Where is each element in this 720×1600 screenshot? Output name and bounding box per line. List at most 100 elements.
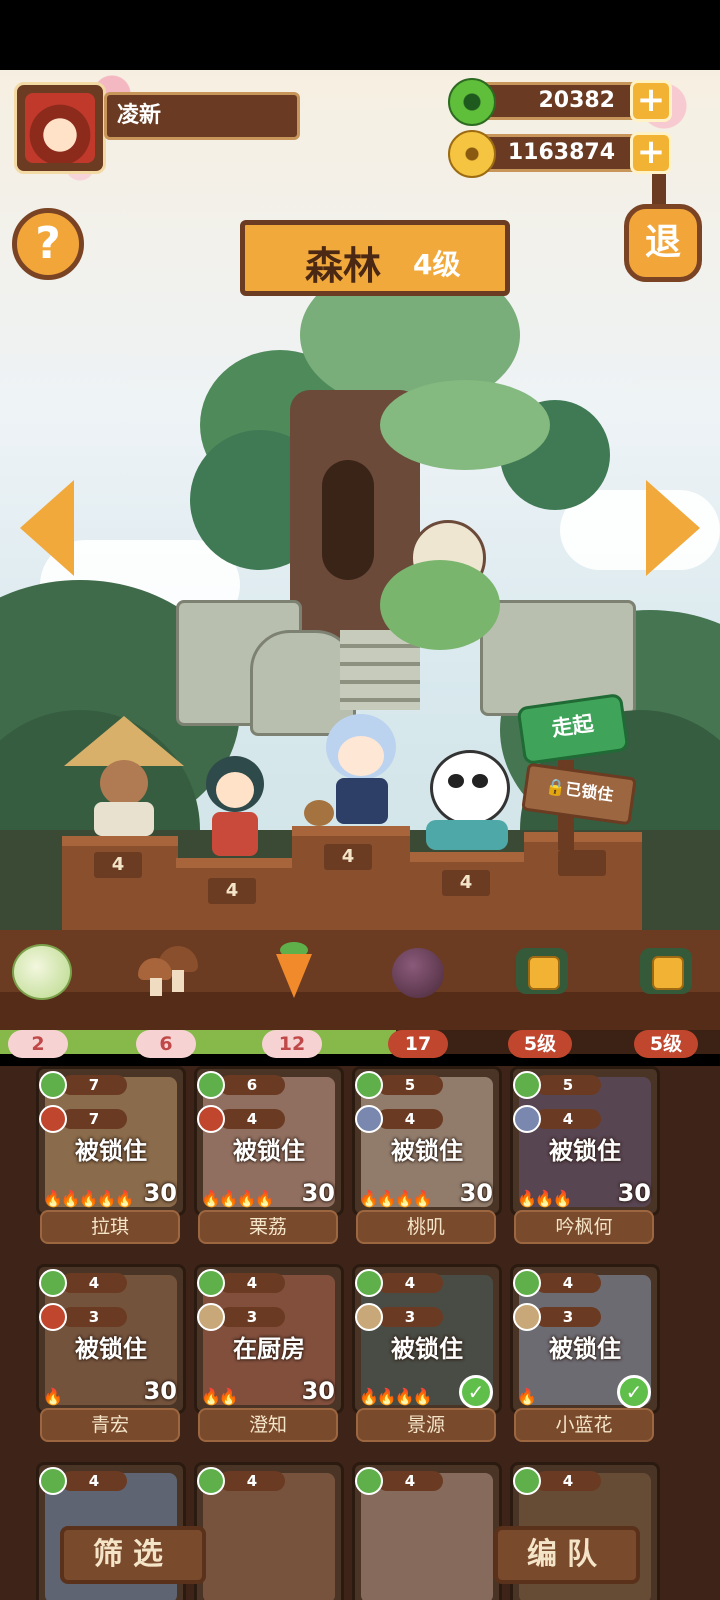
skill-stat-icon xyxy=(39,1105,67,1133)
next-area-arrow[interactable] xyxy=(646,480,700,576)
flame-rating: 🔥 xyxy=(43,1387,63,1406)
add-coin-button[interactable]: + xyxy=(630,132,672,174)
stat-value: 3 xyxy=(535,1307,601,1327)
stat-value: 3 xyxy=(377,1307,443,1327)
ingredient-count: 6 xyxy=(136,1030,196,1058)
stat-value: 4 xyxy=(377,1109,443,1129)
card-status: 被锁住 xyxy=(75,1335,147,1363)
character-card[interactable]: 5 4 被锁住 🔥🔥🔥🔥 30 xyxy=(352,1066,502,1216)
mushroom-icon[interactable] xyxy=(134,942,198,998)
game-screen: 凌新 20382 + 1163874 + ? 退 森林 4级 4 4 4 4 走… xyxy=(0,0,720,1600)
skill-stat-icon xyxy=(513,1105,541,1133)
pedestal-level: 4 xyxy=(324,844,372,870)
stat-ingredient: 5 xyxy=(513,1071,605,1099)
character-level: 30 xyxy=(459,1179,493,1207)
stat-ingredient: 4 xyxy=(39,1269,131,1297)
skill-stat-icon xyxy=(39,1303,67,1331)
character-name: 拉琪 xyxy=(40,1210,180,1244)
status-bar xyxy=(0,0,720,70)
pedestal-level: 4 xyxy=(442,870,490,896)
flame-rating: 🔥 xyxy=(517,1387,537,1406)
stat-ingredient: 5 xyxy=(355,1071,447,1099)
cabbage-icon[interactable] xyxy=(8,942,72,1000)
cabbage-stat-icon xyxy=(355,1269,383,1297)
check-icon: ✓ xyxy=(617,1375,651,1409)
stat-ingredient: 4 xyxy=(39,1467,131,1495)
stat-skill: 4 xyxy=(355,1105,447,1133)
character-card[interactable]: 7 7 被锁住 🔥🔥🔥🔥🔥 30 xyxy=(36,1066,186,1216)
cabbage-stat-icon xyxy=(513,1071,541,1099)
stat-value: 4 xyxy=(219,1273,285,1293)
tree-hollow xyxy=(322,460,374,580)
character-name: 景源 xyxy=(356,1408,496,1442)
stat-ingredient: 4 xyxy=(513,1467,605,1495)
character-card[interactable]: 4 xyxy=(352,1462,502,1600)
area-name: 森林 xyxy=(305,244,382,288)
player-avatar[interactable] xyxy=(14,82,106,174)
locked-food-icon[interactable] xyxy=(634,942,698,998)
cabbage-stat-icon xyxy=(39,1467,67,1495)
stat-value: 4 xyxy=(535,1471,601,1491)
character-card[interactable]: 4 3 在厨房 🔥🔥 30 xyxy=(194,1264,344,1414)
stat-value: 5 xyxy=(377,1075,443,1095)
character-girl[interactable] xyxy=(196,744,276,858)
area-title-plate: 森林 4级 xyxy=(240,220,510,296)
character-card[interactable]: 4 xyxy=(194,1462,344,1600)
character-card[interactable]: 4 3 被锁住 🔥 30 xyxy=(36,1264,186,1414)
character-level: 30 xyxy=(143,1179,177,1207)
stat-ingredient: 4 xyxy=(197,1269,289,1297)
jade-icon xyxy=(448,78,496,126)
character-level: 30 xyxy=(617,1179,651,1207)
stat-value: 4 xyxy=(535,1273,601,1293)
card-status: 被锁住 xyxy=(391,1137,463,1165)
stat-skill: 3 xyxy=(355,1303,447,1331)
cabbage-stat-icon xyxy=(513,1269,541,1297)
character-level: 30 xyxy=(301,1377,335,1405)
help-button[interactable]: ? xyxy=(12,208,84,280)
exit-button[interactable]: 退 xyxy=(624,204,702,282)
pedestal-level-empty xyxy=(558,850,606,876)
stat-value: 6 xyxy=(219,1075,285,1095)
flame-rating: 🔥🔥🔥🔥 xyxy=(359,1189,433,1208)
flame-rating: 🔥🔥 xyxy=(201,1387,239,1406)
carrot-icon[interactable] xyxy=(262,942,326,998)
stat-value: 4 xyxy=(377,1471,443,1491)
character-farmer[interactable] xyxy=(64,716,184,836)
stat-value: 4 xyxy=(61,1273,127,1293)
cabbage-stat-icon xyxy=(197,1269,225,1297)
ingredient-count: 2 xyxy=(8,1030,68,1058)
character-level: 30 xyxy=(301,1179,335,1207)
pedestal-level: 4 xyxy=(208,878,256,904)
character-name: 桃叽 xyxy=(356,1210,496,1244)
cabbage-stat-icon xyxy=(513,1467,541,1495)
coin-icon xyxy=(448,130,496,178)
character-panda[interactable] xyxy=(412,724,522,854)
character-card[interactable]: 4 3 被锁住 🔥 ✓ xyxy=(510,1264,660,1414)
locked-food-icon[interactable] xyxy=(510,942,574,998)
stat-ingredient: 6 xyxy=(197,1071,289,1099)
stat-value: 4 xyxy=(61,1471,127,1491)
character-card[interactable]: 6 4 被锁住 🔥🔥🔥🔥 30 xyxy=(194,1066,344,1216)
skill-stat-icon xyxy=(513,1303,541,1331)
stat-value: 4 xyxy=(219,1471,285,1491)
onion-icon[interactable] xyxy=(386,942,450,998)
ingredient-count: 17 xyxy=(388,1030,448,1058)
area-level: 4级 xyxy=(413,248,461,281)
character-card[interactable]: 5 4 被锁住 🔥🔥🔥 30 xyxy=(510,1066,660,1216)
character-card[interactable]: 4 3 被锁住 🔥🔥🔥🔥 ✓ xyxy=(352,1264,502,1414)
skill-stat-icon xyxy=(355,1105,383,1133)
team-button[interactable]: 编队 xyxy=(494,1526,640,1584)
skill-stat-icon xyxy=(197,1303,225,1331)
character-name: 青宏 xyxy=(40,1408,180,1442)
stat-skill: 3 xyxy=(197,1303,289,1331)
stat-ingredient: 4 xyxy=(355,1467,447,1495)
filter-button[interactable]: 筛选 xyxy=(60,1526,206,1584)
cabbage-stat-icon xyxy=(197,1071,225,1099)
character-blue-hair[interactable] xyxy=(302,712,412,832)
prev-area-arrow[interactable] xyxy=(20,480,74,576)
stat-value: 4 xyxy=(219,1109,285,1129)
character-level: 30 xyxy=(143,1377,177,1405)
stat-ingredient: 4 xyxy=(197,1467,289,1495)
character-name: 小蓝花 xyxy=(514,1408,654,1442)
add-jade-button[interactable]: + xyxy=(630,80,672,122)
